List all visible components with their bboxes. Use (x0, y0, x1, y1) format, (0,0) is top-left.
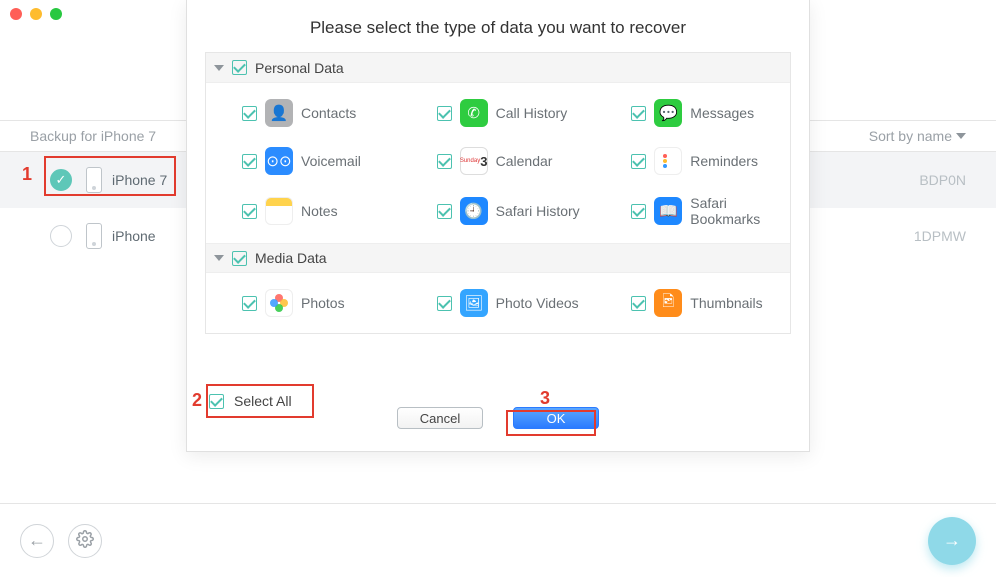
window-controls (10, 8, 62, 20)
section-checkbox[interactable] (232, 251, 247, 266)
section-title: Personal Data (255, 60, 344, 76)
item-label: Photo Videos (496, 295, 579, 311)
photos-icon (265, 289, 293, 317)
item-checkbox[interactable] (631, 204, 646, 219)
item-label: Thumbnails (690, 295, 762, 311)
device-name: iPhone (112, 228, 156, 244)
photo-video-icon: 🖼 (460, 289, 488, 317)
sort-control[interactable]: Sort by name (869, 128, 966, 144)
item-call-history[interactable]: ✆ Call History (401, 89, 596, 137)
calendar-icon: Sunday 3 (460, 147, 488, 175)
collapse-icon (214, 255, 224, 261)
step-3-label: 3 (540, 388, 550, 409)
item-label: Notes (301, 203, 338, 219)
item-contacts[interactable]: 👤 Contacts (206, 89, 401, 137)
section-media-data[interactable]: Media Data (206, 243, 790, 273)
item-checkbox[interactable] (437, 154, 452, 169)
device-serial: BDP0N (919, 172, 966, 188)
item-photo-videos[interactable]: 🖼 Photo Videos (401, 279, 596, 327)
step-1-label: 1 (22, 164, 32, 185)
item-label: Safari Bookmarks (690, 195, 790, 227)
item-voicemail[interactable]: ⊙⊙ Voicemail (206, 137, 401, 185)
back-button[interactable]: ← (20, 524, 54, 558)
item-label: Call History (496, 105, 568, 121)
cancel-label: Cancel (420, 411, 460, 426)
messages-icon: 💬 (654, 99, 682, 127)
section-personal-data[interactable]: Personal Data (206, 53, 790, 83)
item-label: Safari History (496, 203, 580, 219)
item-photos[interactable]: Photos (206, 279, 401, 327)
item-safari-history[interactable]: 🕘 Safari History (401, 185, 596, 237)
item-checkbox[interactable] (437, 296, 452, 311)
item-safari-bookmarks[interactable]: 📖 Safari Bookmarks (595, 185, 790, 237)
modal-title: Please select the type of data you want … (187, 0, 809, 52)
close-icon[interactable] (10, 8, 22, 20)
maximize-icon[interactable] (50, 8, 62, 20)
item-notes[interactable]: Notes (206, 185, 401, 237)
item-messages[interactable]: 💬 Messages (595, 89, 790, 137)
item-checkbox[interactable] (631, 296, 646, 311)
chevron-down-icon (956, 133, 966, 139)
collapse-icon (214, 65, 224, 71)
step-2-label: 2 (192, 390, 202, 411)
sort-label: Sort by name (869, 128, 952, 144)
bottom-bar: ← → (0, 503, 996, 577)
list-header-label: Backup for iPhone 7 (30, 128, 156, 144)
device-serial: 1DPMW (914, 228, 966, 244)
item-reminders[interactable]: Reminders (595, 137, 790, 185)
phone-icon (86, 223, 102, 249)
item-label: Voicemail (301, 153, 361, 169)
arrow-right-icon: → (943, 530, 961, 551)
item-checkbox[interactable] (631, 154, 646, 169)
item-checkbox[interactable] (437, 204, 452, 219)
section-checkbox[interactable] (232, 60, 247, 75)
item-checkbox[interactable] (242, 106, 257, 121)
item-calendar[interactable]: Sunday 3 Calendar (401, 137, 596, 185)
item-checkbox[interactable] (631, 106, 646, 121)
item-thumbnails[interactable]: 🖻 Thumbnails (595, 279, 790, 327)
cancel-button[interactable]: Cancel (397, 407, 483, 429)
item-checkbox[interactable] (437, 106, 452, 121)
thumbnails-icon: 🖻 (654, 289, 682, 317)
item-label: Photos (301, 295, 345, 311)
minimize-icon[interactable] (30, 8, 42, 20)
item-checkbox[interactable] (242, 296, 257, 311)
item-checkbox[interactable] (242, 204, 257, 219)
gear-icon (76, 530, 94, 551)
phone-call-icon: ✆ (460, 99, 488, 127)
step-3-highlight (506, 410, 596, 436)
item-label: Contacts (301, 105, 356, 121)
item-label: Reminders (690, 153, 758, 169)
item-label: Calendar (496, 153, 553, 169)
step-2-highlight (206, 384, 314, 418)
next-button[interactable]: → (928, 517, 976, 565)
item-checkbox[interactable] (242, 154, 257, 169)
notes-icon (265, 197, 293, 225)
settings-button[interactable] (68, 524, 102, 558)
section-title: Media Data (255, 250, 327, 266)
reminders-icon (654, 147, 682, 175)
arrow-left-icon: ← (28, 530, 46, 551)
safari-bookmarks-icon: 📖 (654, 197, 682, 225)
voicemail-icon: ⊙⊙ (265, 147, 293, 175)
safari-history-icon: 🕘 (460, 197, 488, 225)
radio-unselected-icon[interactable] (50, 225, 72, 247)
category-container: Personal Data 👤 Contacts ✆ Call History … (205, 52, 791, 334)
step-1-highlight (44, 156, 176, 196)
contacts-icon: 👤 (265, 99, 293, 127)
item-label: Messages (690, 105, 754, 121)
